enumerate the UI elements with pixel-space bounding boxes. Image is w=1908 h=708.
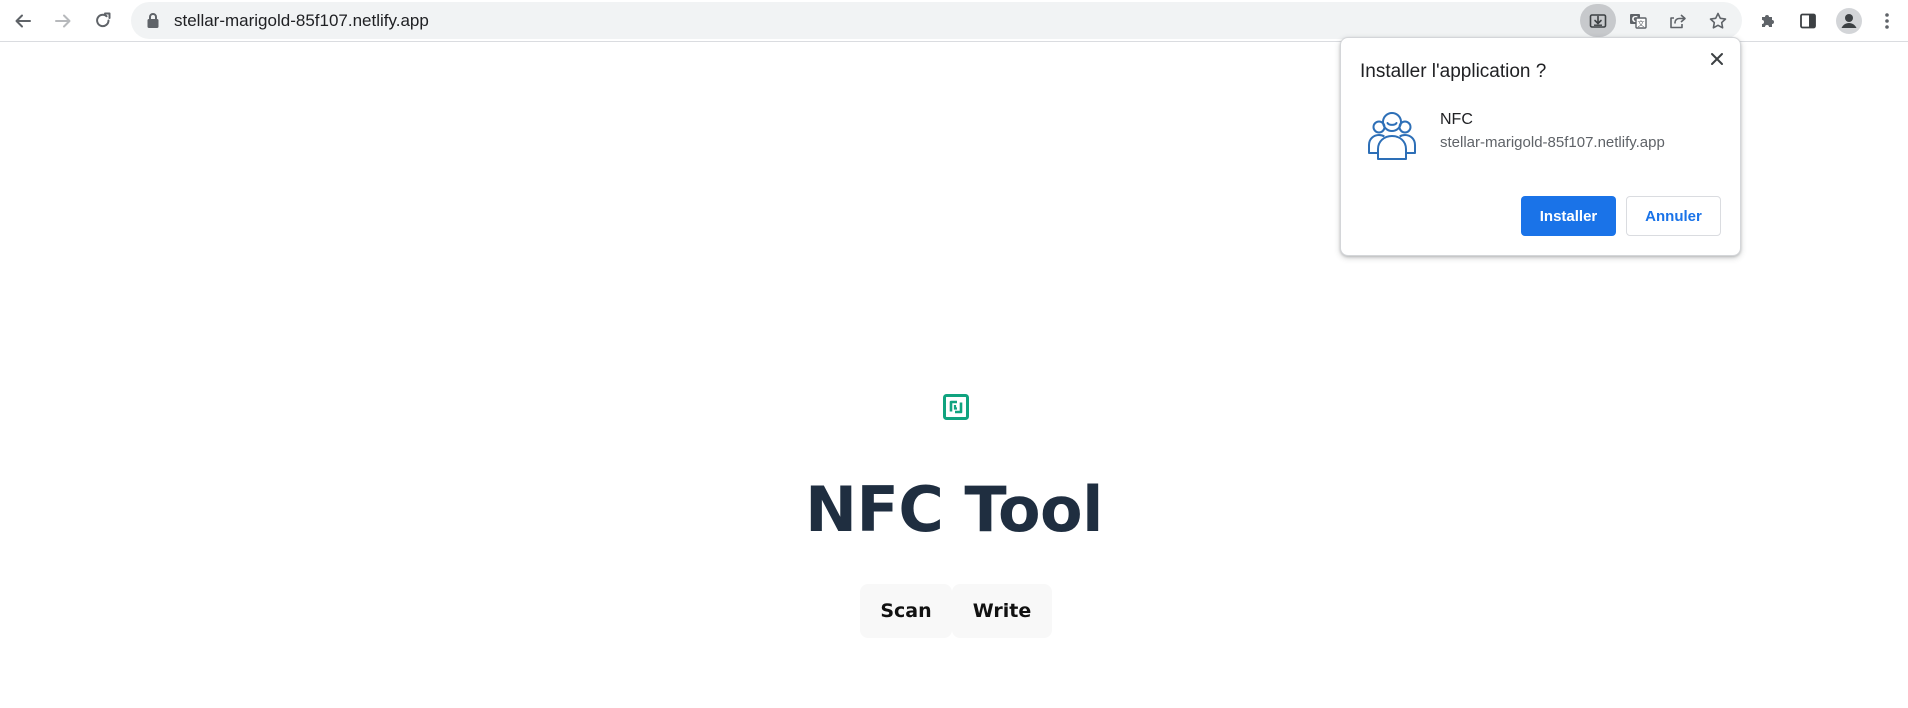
forward-button[interactable] <box>46 4 80 38</box>
cancel-button[interactable]: Annuler <box>1626 196 1721 236</box>
address-bar[interactable]: stellar-marigold-85f107.netlify.app G 文 <box>131 2 1742 39</box>
scan-button[interactable]: Scan <box>860 584 952 638</box>
side-panel-icon <box>1800 13 1816 29</box>
kebab-menu-icon <box>1885 13 1889 29</box>
install-app-icon <box>1589 13 1607 28</box>
install-button[interactable]: Installer <box>1521 196 1616 236</box>
extensions-button[interactable] <box>1751 4 1785 38</box>
browser-toolbar: stellar-marigold-85f107.netlify.app G 文 <box>0 0 1908 42</box>
browser-menu-button[interactable] <box>1870 4 1904 38</box>
translate-button[interactable]: G 文 <box>1620 4 1656 37</box>
page-title: NFC Tool <box>805 473 1103 546</box>
write-button[interactable]: Write <box>952 584 1052 638</box>
close-icon[interactable] <box>1707 49 1727 69</box>
arrow-right-icon <box>55 14 71 28</box>
install-app-button[interactable] <box>1580 4 1616 37</box>
profile-icon <box>1836 8 1862 34</box>
back-button[interactable] <box>6 4 40 38</box>
star-icon <box>1709 12 1727 29</box>
reload-icon <box>96 12 111 28</box>
puzzle-icon <box>1762 15 1774 27</box>
share-button[interactable] <box>1660 4 1696 37</box>
app-name: NFC <box>1440 111 1473 128</box>
profile-button[interactable] <box>1832 4 1866 38</box>
reload-button[interactable] <box>86 4 120 38</box>
url-text[interactable]: stellar-marigold-85f107.netlify.app <box>174 11 429 31</box>
nfc-icon <box>943 394 969 420</box>
action-buttons: Scan Write <box>860 584 1052 638</box>
dialog-title: Installer l'application ? <box>1360 61 1547 82</box>
translate-icon: G 文 <box>1630 13 1647 29</box>
side-panel-button[interactable] <box>1791 4 1825 38</box>
svg-text:文: 文 <box>1638 19 1645 28</box>
arrow-left-icon <box>15 14 31 28</box>
bookmark-button[interactable] <box>1700 4 1736 37</box>
lock-icon[interactable] <box>145 12 161 29</box>
share-icon <box>1670 13 1686 28</box>
install-app-dialog: Installer l'application ? NFC stellar-ma… <box>1340 37 1741 256</box>
app-origin: stellar-marigold-85f107.netlify.app <box>1440 134 1665 151</box>
users-icon <box>1368 112 1416 160</box>
